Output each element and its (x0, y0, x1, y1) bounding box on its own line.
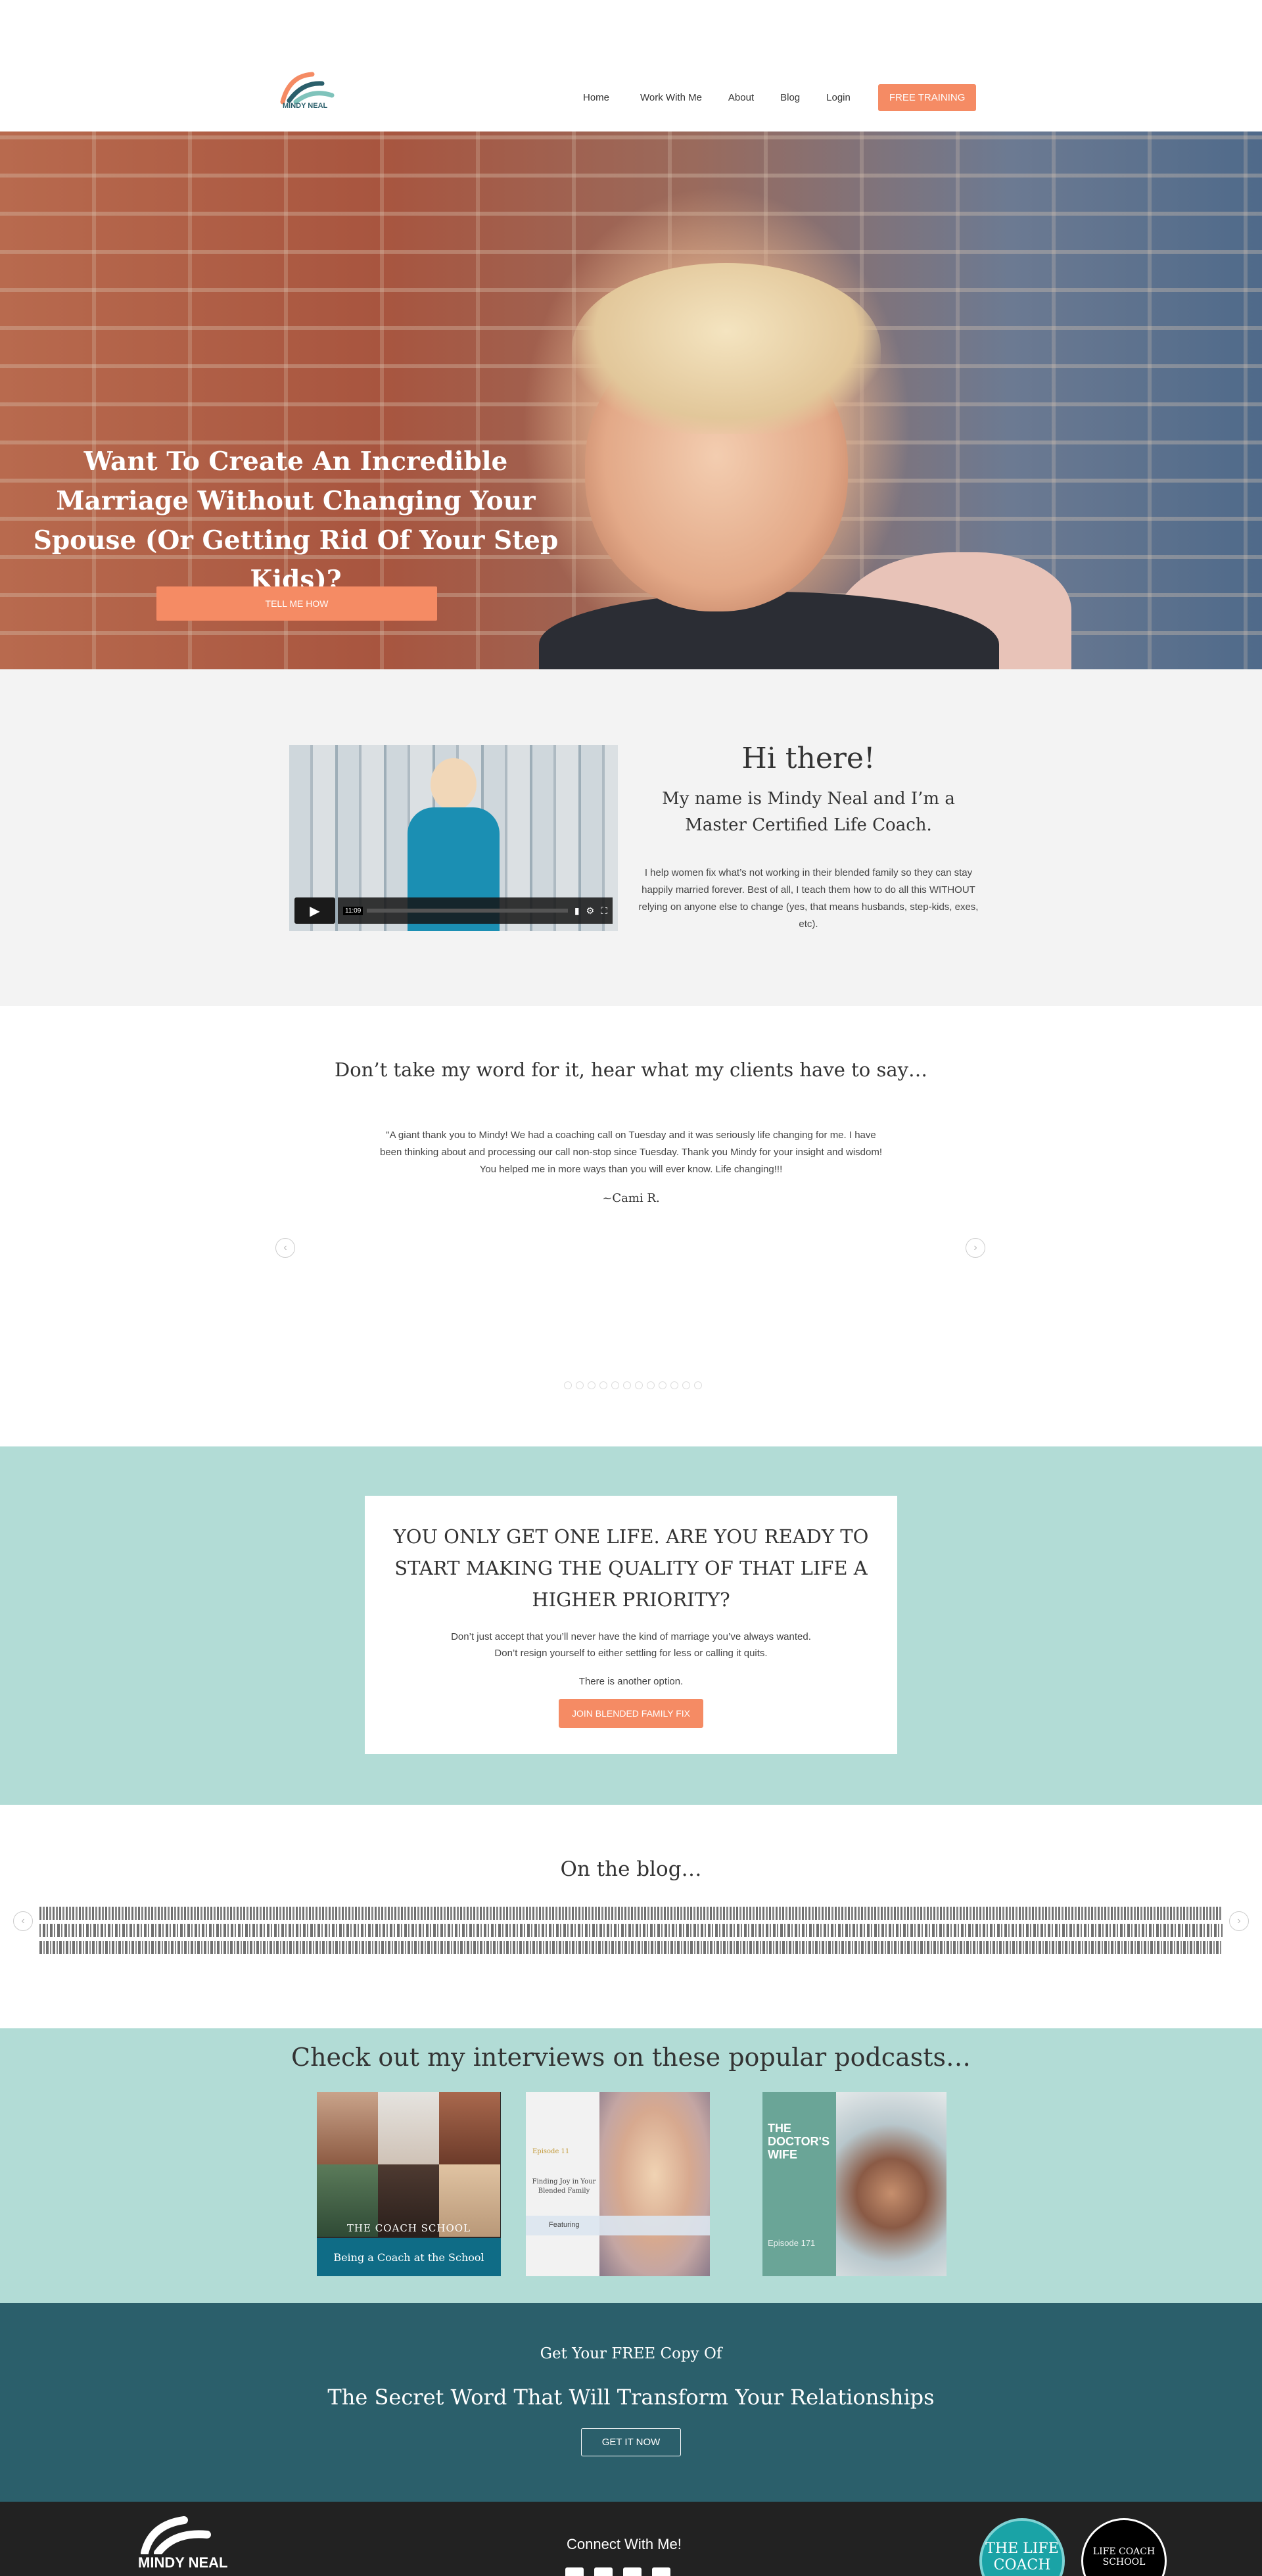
blog-garbled-line (39, 1924, 1223, 1937)
badge-1-label: THE LIFE COACH (985, 2540, 1059, 2573)
life-coach-school-badge: LIFE COACH SCHOOL (1081, 2518, 1167, 2576)
intro-heading: Hi there! (741, 742, 876, 775)
cta-line-2: Don’t resign yourself to either settling… (494, 1648, 768, 1659)
nav-login[interactable]: Login (826, 92, 851, 103)
hero-title: Want To Create An Incredible Marriage Wi… (33, 446, 559, 595)
carousel-dot[interactable] (647, 1381, 655, 1389)
carousel-dot[interactable] (588, 1381, 596, 1389)
testimonial-quote: "A giant thank you to Mindy! We had a co… (379, 1130, 883, 1175)
chevron-right-icon[interactable]: › (966, 1238, 985, 1258)
podcast-card-doctors-wife[interactable]: THE DOCTOR'S WIFE Episode 171 (762, 2092, 947, 2276)
podcast-card-finding-joy[interactable]: Episode 11 Finding Joy in Your Blended F… (526, 2092, 710, 2276)
carousel-dot[interactable] (635, 1381, 643, 1389)
get-it-now-button[interactable]: GET IT NOW (580, 2428, 682, 2456)
blog-garbled-line (39, 1907, 1223, 1920)
testimonials-section: Don’t take my word for it, hear what my … (0, 1006, 1262, 1446)
cta-box: YOU ONLY GET ONE LIFE. ARE YOU READY TO … (365, 1496, 897, 1754)
carousel-dot[interactable] (682, 1381, 690, 1389)
certified-life-coach-badge: THE LIFE COACH (979, 2518, 1065, 2576)
podcast-featuring-label: Featuring (526, 2216, 710, 2235)
carousel-dot[interactable] (670, 1381, 678, 1389)
intro-subheading: My name is Mindy Neal and I’m a Master C… (662, 789, 955, 835)
site-header: MINDY NEAL Home Work With Me About Blog … (0, 0, 1262, 131)
podcast-title-label: Being a Coach at the School (317, 2238, 501, 2276)
fullscreen-icon[interactable]: ⛶ (601, 905, 607, 917)
facebook-icon[interactable] (565, 2567, 584, 2576)
join-blended-family-fix-button[interactable]: JOIN BLENDED FAMILY FIX (559, 1699, 703, 1728)
youtube-icon[interactable] (623, 2567, 642, 2576)
main-nav: Home Work With Me About Blog Login FREE … (583, 84, 977, 111)
footer-logo[interactable]: MINDY NEAL (135, 2515, 253, 2576)
podcast-title-label: THE DOCTOR'S WIFE (768, 2122, 830, 2161)
video-controls: ▶ 11:09 ▮ ⚙ ⛶ (294, 897, 613, 924)
email-icon[interactable] (652, 2567, 670, 2576)
instagram-icon[interactable] (594, 2567, 613, 2576)
blog-garbled-line (39, 1941, 1223, 1954)
carousel-dot[interactable] (611, 1381, 619, 1389)
carousel-dot[interactable] (576, 1381, 584, 1389)
free-copy-title: The Secret Word That Will Transform Your… (327, 2385, 935, 2410)
podcast-episode-label: Episode 11 (532, 2148, 570, 2155)
podcast-title-label: Finding Joy in Your Blended Family (532, 2178, 596, 2195)
site-footer: MINDY NEAL Connect With Me! THE LIFE COA… (0, 2502, 1262, 2576)
intro-body: I help women fix what’s not working in t… (638, 867, 979, 930)
hero-photo-hair (572, 263, 881, 434)
podcasts-heading: Check out my interviews on these popular… (291, 2043, 971, 2072)
free-training-button[interactable]: FREE TRAINING (877, 84, 977, 111)
chevron-left-icon[interactable]: ‹ (275, 1238, 295, 1258)
blog-carousel-track[interactable] (39, 1907, 1223, 1954)
tell-me-how-button[interactable]: TELL ME HOW (156, 586, 437, 621)
volume-icon[interactable]: ▮ (574, 905, 580, 917)
intro-section: ▶ 11:09 ▮ ⚙ ⛶ Hi there! My name is Mindy… (0, 669, 1262, 1006)
nav-home[interactable]: Home (583, 92, 609, 103)
free-copy-kicker: Get Your FREE Copy Of (540, 2345, 722, 2362)
chevron-left-icon[interactable]: ‹ (13, 1911, 33, 1931)
nav-work-with-me[interactable]: Work With Me (640, 92, 702, 103)
logo-swoosh-icon (141, 2516, 211, 2557)
logo-text: MINDY NEAL (283, 102, 328, 110)
carousel-dot[interactable] (599, 1381, 607, 1389)
carousel-dots (562, 1381, 704, 1389)
video-time: 11:09 (343, 906, 363, 915)
podcast-episode-label: Episode 171 (768, 2238, 816, 2248)
carousel-dot[interactable] (694, 1381, 702, 1389)
podcast-card-coach-school[interactable]: THE COACH SCHOOL Being a Coach at the Sc… (317, 2092, 501, 2276)
play-icon[interactable]: ▶ (294, 897, 335, 924)
podcasts-section: Check out my interviews on these popular… (0, 2028, 1262, 2303)
testimonials-heading: Don’t take my word for it, hear what my … (334, 1059, 928, 1081)
blog-section: On the blog… ‹ › (0, 1805, 1262, 2028)
nav-blog[interactable]: Blog (780, 92, 800, 103)
carousel-dot[interactable] (623, 1381, 631, 1389)
settings-gear-icon[interactable]: ⚙ (586, 905, 595, 917)
connect-heading: Connect With Me! (567, 2536, 682, 2552)
carousel-dot[interactable] (564, 1381, 572, 1389)
social-links (565, 2567, 681, 2576)
hero-banner: Want To Create An Incredible Marriage Wi… (0, 131, 1262, 669)
badge-2-label: LIFE COACH SCHOOL (1092, 2546, 1156, 2567)
cta-heading: YOU ONLY GET ONE LIFE. ARE YOU READY TO … (393, 1525, 869, 1611)
cta-line-1: Don’t just accept that you’ll never have… (451, 1631, 811, 1642)
intro-text: Hi there! My name is Mindy Neal and I’m … (638, 742, 979, 933)
nav-about[interactable]: About (728, 92, 754, 103)
carousel-dot[interactable] (659, 1381, 666, 1389)
blog-heading: On the blog… (560, 1857, 702, 1881)
video-progress-bar[interactable]: 11:09 ▮ ⚙ ⛶ (338, 897, 613, 924)
intro-video[interactable]: ▶ 11:09 ▮ ⚙ ⛶ (289, 745, 618, 931)
cta-section: YOU ONLY GET ONE LIFE. ARE YOU READY TO … (0, 1446, 1262, 1805)
site-logo[interactable]: MINDY NEAL (276, 69, 355, 128)
chevron-right-icon[interactable]: › (1229, 1911, 1249, 1931)
footer-logo-text: MINDY NEAL (138, 2554, 228, 2571)
free-copy-section: Get Your FREE Copy Of The Secret Word Th… (0, 2303, 1262, 2502)
podcast-school-label: THE COACH SCHOOL (346, 2222, 471, 2234)
testimonial-author: ~Cami R. (602, 1191, 660, 1205)
cta-line-3: There is another option. (578, 1676, 684, 1687)
